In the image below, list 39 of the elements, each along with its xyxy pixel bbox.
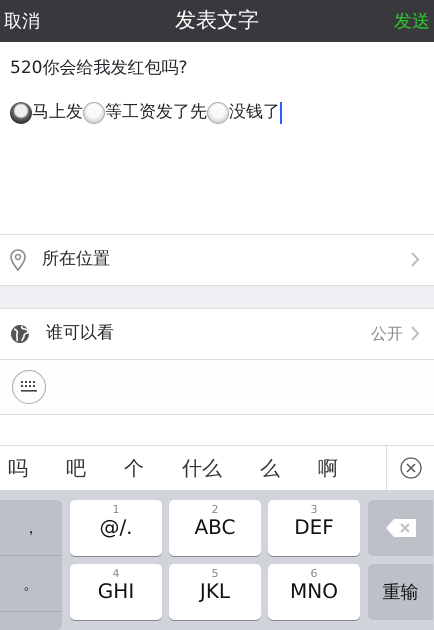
visibility-value: 公开 xyxy=(371,322,403,345)
option-label: 没钱了 xyxy=(229,100,280,124)
option-label: 等工资发了先 xyxy=(105,100,207,124)
radio-button[interactable] xyxy=(83,102,105,124)
keyboard-toggle-button[interactable] xyxy=(12,370,46,404)
candidate-word[interactable]: 吗 xyxy=(8,452,28,483)
punctuation-key[interactable]: ， xyxy=(0,500,62,556)
keypad-key[interactable]: 2 ABC xyxy=(169,500,261,556)
candidate-word[interactable]: 吧 xyxy=(66,452,86,483)
page-title: 发表文字 xyxy=(175,7,259,34)
reset-key[interactable]: 重输 xyxy=(368,564,433,620)
location-label: 所在位置 xyxy=(42,248,111,271)
backspace-icon xyxy=(386,519,416,537)
keypad-key[interactable]: 1 @/. xyxy=(70,500,162,556)
close-icon[interactable] xyxy=(400,456,422,479)
text-editor[interactable]: 520你会给我发红包吗? 马上发 等工资发了先 没钱了 xyxy=(0,42,434,234)
send-button[interactable]: 发送 xyxy=(394,8,430,35)
option-label: 马上发 xyxy=(32,100,83,124)
globe-icon xyxy=(10,324,30,344)
location-pin-icon xyxy=(10,248,26,271)
candidate-word[interactable]: 个 xyxy=(124,452,144,483)
chevron-icon xyxy=(411,326,420,342)
candidate-word[interactable]: 么 xyxy=(260,452,280,483)
keypad-key[interactable]: 5 JKL xyxy=(169,564,261,620)
chevron-icon xyxy=(411,252,420,268)
radio-button[interactable] xyxy=(207,102,229,124)
keyboard-icon xyxy=(19,380,39,394)
cancel-button[interactable]: 取消 xyxy=(4,8,40,35)
candidate-word[interactable]: 啊 xyxy=(318,452,338,483)
keypad-key[interactable]: 6 MNO xyxy=(268,564,360,620)
keypad-key[interactable]: 4 GHI xyxy=(70,564,162,620)
location-row[interactable]: 所在位置 xyxy=(0,234,434,286)
keypad-key[interactable]: 3 DEF xyxy=(268,500,360,556)
text-cursor xyxy=(280,102,282,124)
candidate-word[interactable]: 什么 xyxy=(182,452,222,483)
radio-button[interactable] xyxy=(10,102,32,124)
punctuation-key[interactable]: 。 xyxy=(0,556,62,612)
visibility-label: 谁可以看 xyxy=(46,322,115,346)
question-text: 520你会给我发红包吗? xyxy=(10,57,188,80)
